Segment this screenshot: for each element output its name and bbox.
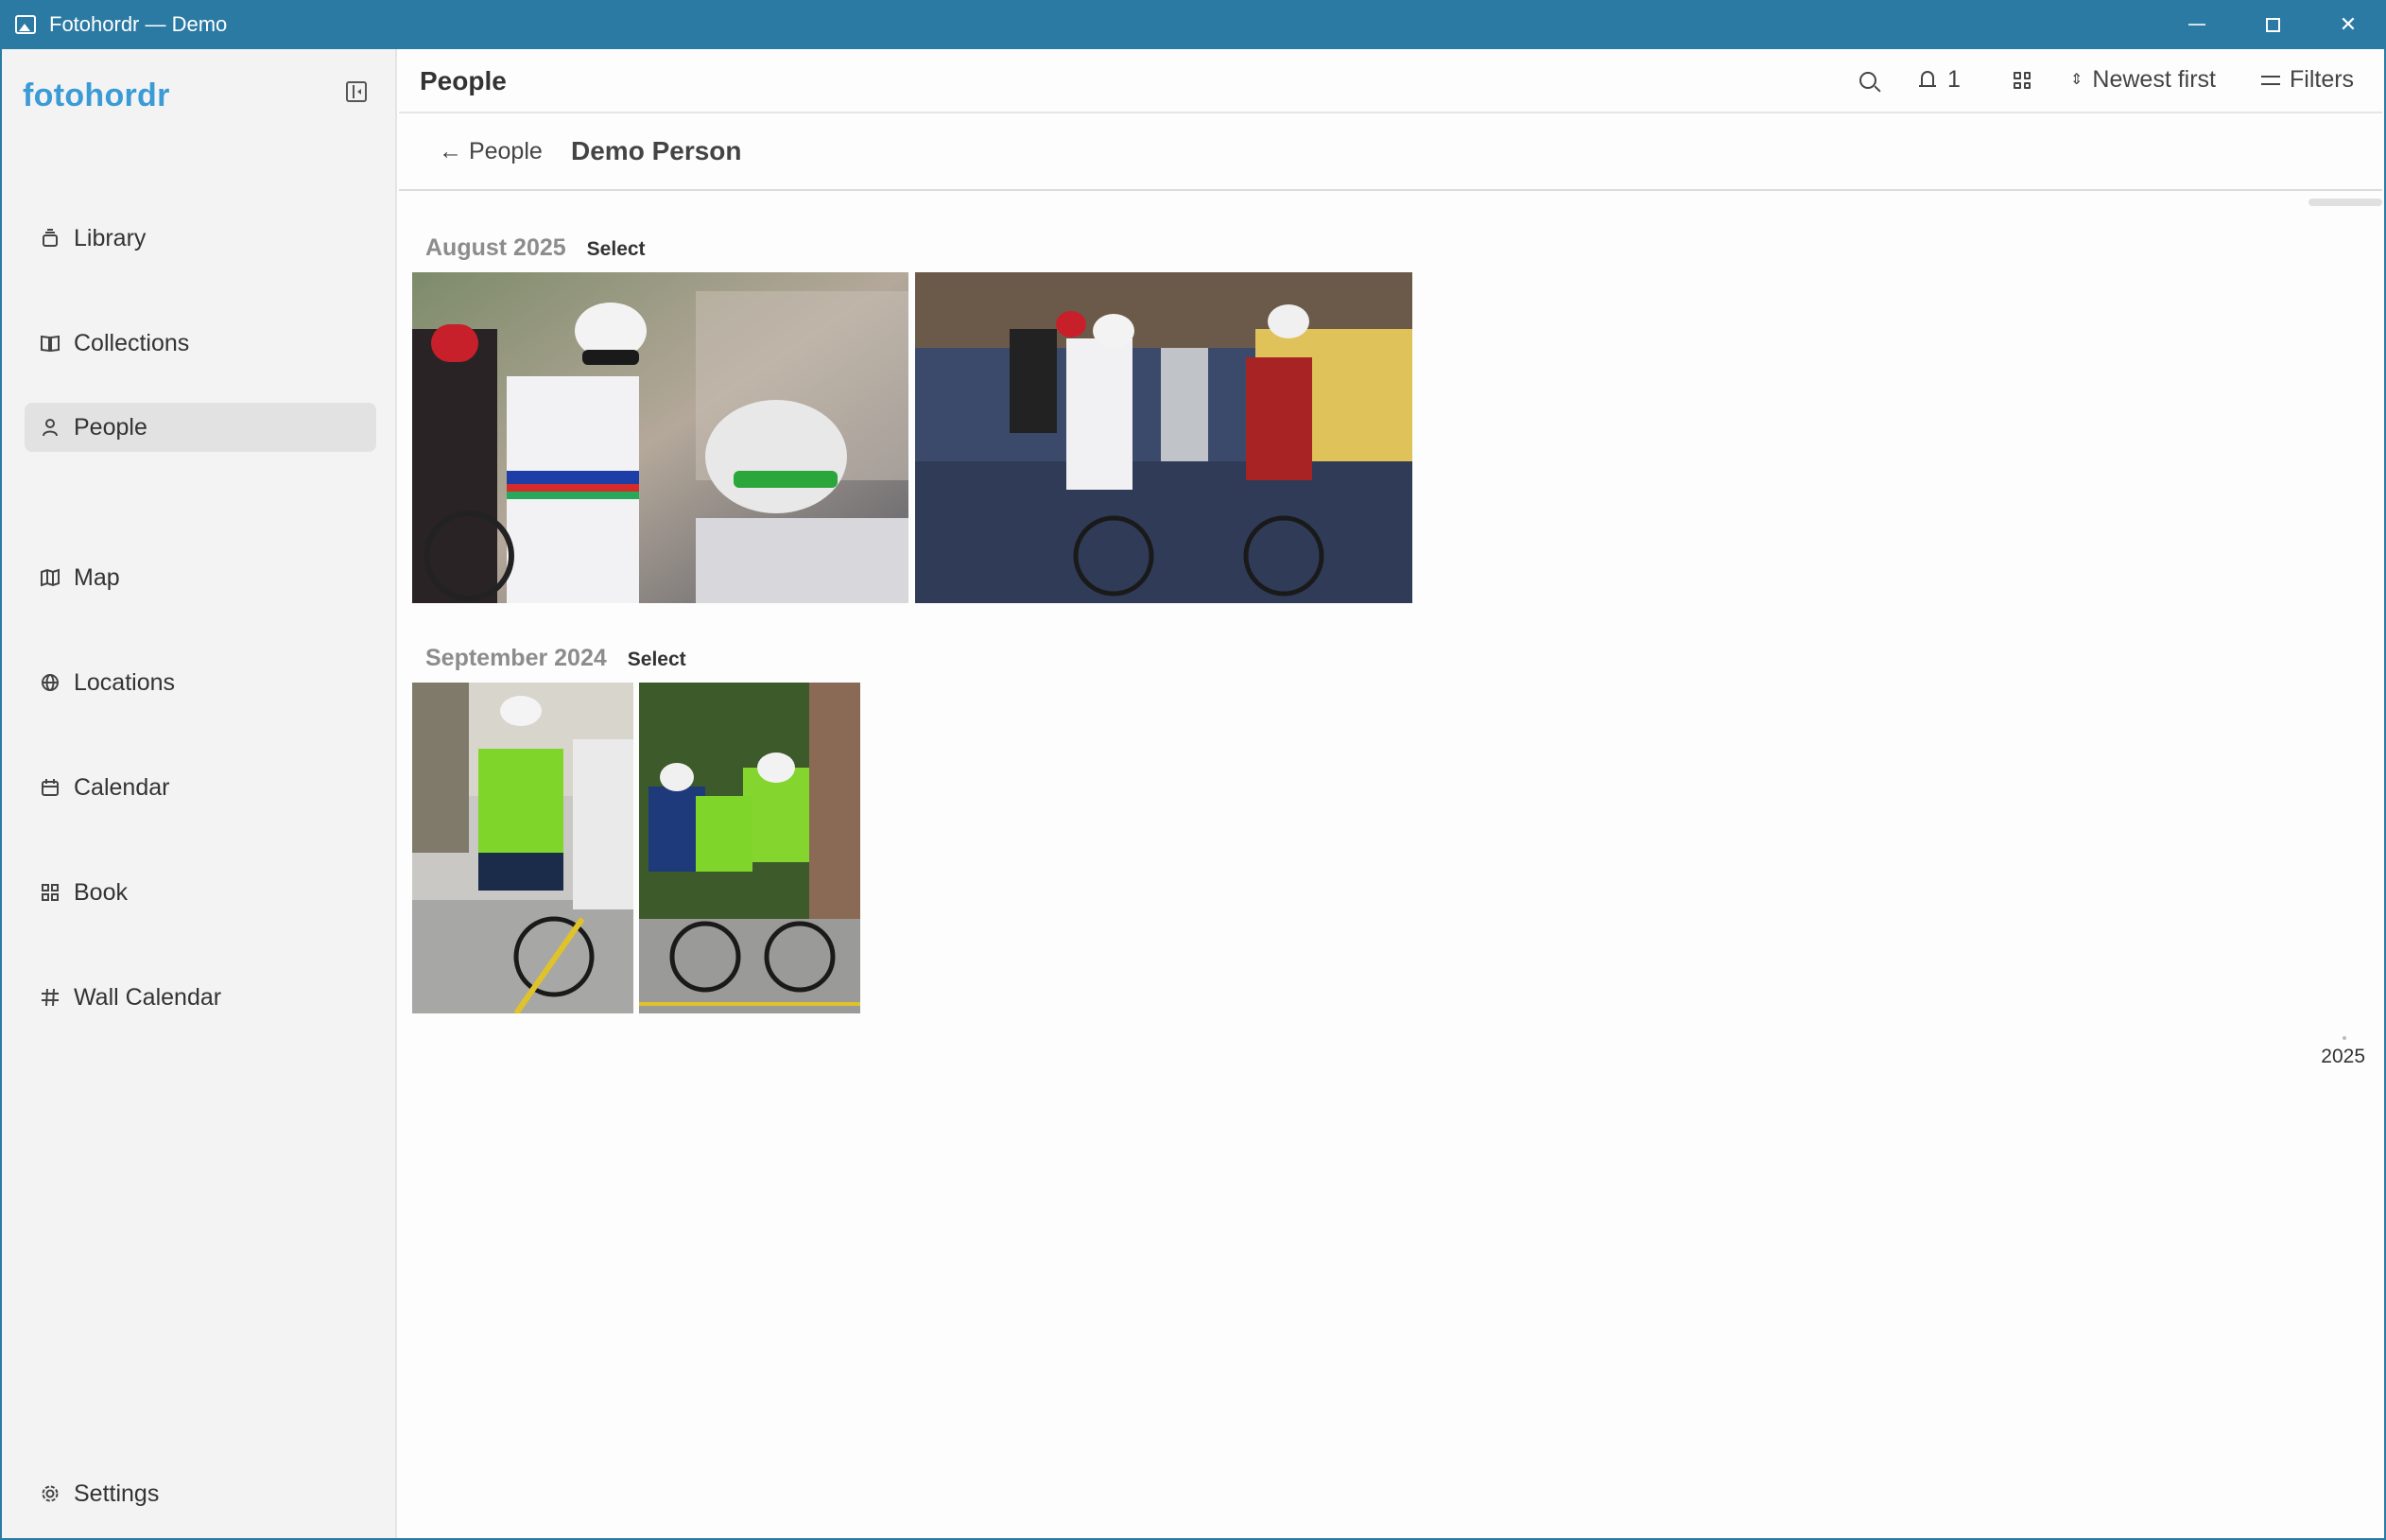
bell-icon [1919, 70, 1936, 90]
filter-icon [2261, 73, 2280, 88]
gear-icon [40, 1483, 61, 1504]
main-content: People 1 ⇕ Newest first Filters ← People… [399, 49, 2382, 1538]
sort-icon: ⇕ [2070, 71, 2083, 88]
close-button[interactable]: ✕ [2310, 0, 2386, 49]
grid-view-icon [2014, 72, 2031, 89]
photo-thumbnail[interactable] [915, 272, 1412, 603]
book-open-icon [40, 333, 61, 354]
app-icon [15, 15, 36, 34]
section-header: September 2024 Select [425, 645, 686, 672]
section-date: September 2024 [425, 645, 607, 671]
top-bar: People 1 ⇕ Newest first Filters [399, 49, 2382, 113]
sidebar-item-people[interactable]: People [25, 403, 376, 452]
calendar-icon [40, 777, 61, 798]
minimize-button[interactable] [2159, 0, 2235, 49]
sidebar-item-label: Collections [74, 329, 190, 356]
page-title: People [420, 66, 507, 95]
scrollbar-thumb[interactable] [2308, 199, 2382, 206]
notifications-count: 1 [1947, 66, 1961, 93]
timeline-year-label[interactable]: 2025 [2321, 1046, 2365, 1068]
section-date: August 2025 [425, 234, 566, 261]
sidebar-item-library[interactable]: Library [25, 214, 376, 263]
globe-icon [40, 672, 61, 693]
title-bar: Fotohordr — Demo ✕ [0, 0, 2386, 49]
filters-button[interactable]: Filters [2261, 66, 2354, 94]
section-header: August 2025 Select [425, 234, 646, 262]
sort-label: Newest first [2092, 66, 2216, 93]
search-button[interactable] [1859, 72, 1876, 89]
settings-label: Settings [74, 1479, 160, 1507]
photo-thumbnail[interactable] [412, 272, 908, 603]
sidebar-item-label: People [74, 413, 147, 441]
sort-button[interactable]: ⇕ Newest first [2070, 66, 2216, 94]
select-button[interactable]: Select [587, 238, 646, 261]
library-icon [40, 228, 61, 249]
view-mode-button[interactable] [2014, 72, 2031, 89]
sidebar-item-locations[interactable]: Locations [25, 658, 376, 707]
sidebar-item-label: Book [74, 878, 128, 906]
sidebar-item-calendar[interactable]: Calendar [25, 763, 376, 812]
back-to-people-link[interactable]: ← People [439, 138, 543, 165]
settings-button[interactable]: Settings [25, 1469, 159, 1518]
timeline-dot [2343, 1036, 2346, 1040]
notifications-button[interactable]: 1 [1919, 66, 1961, 94]
sidebar-item-label: Calendar [74, 773, 170, 801]
select-button[interactable]: Select [628, 649, 686, 671]
grid-icon [40, 882, 61, 903]
maximize-icon [2265, 17, 2280, 32]
photo-thumbnail[interactable] [412, 683, 633, 1013]
close-icon: ✕ [2339, 12, 2358, 36]
map-icon [40, 567, 61, 588]
photo-thumbnail[interactable] [639, 683, 860, 1013]
minimize-icon [2188, 24, 2205, 26]
window-controls: ✕ [2159, 0, 2386, 49]
sidebar-item-label: Locations [74, 668, 176, 696]
sidebar-item-book[interactable]: Book [25, 868, 376, 917]
hash-icon [40, 987, 61, 1008]
sidebar-item-label: Map [74, 563, 120, 591]
sidebar-item-map[interactable]: Map [25, 553, 376, 602]
window-title: Fotohordr — Demo [49, 12, 228, 36]
sidebar: fotohordr Library Collections People Map… [2, 49, 397, 1538]
search-icon [1859, 72, 1876, 89]
person-header: ← People Demo Person [399, 113, 2382, 191]
sidebar-item-wall-calendar[interactable]: Wall Calendar [25, 973, 376, 1022]
app-logo: fotohordr [23, 78, 170, 113]
person-icon [40, 417, 61, 438]
sidebar-item-collections[interactable]: Collections [25, 319, 376, 368]
maximize-button[interactable] [2235, 0, 2310, 49]
sidebar-collapse-icon[interactable] [346, 81, 367, 102]
filters-label: Filters [2290, 66, 2355, 93]
sidebar-item-label: Wall Calendar [74, 983, 222, 1011]
sidebar-item-label: Library [74, 224, 147, 251]
person-name: Demo Person [571, 136, 742, 165]
